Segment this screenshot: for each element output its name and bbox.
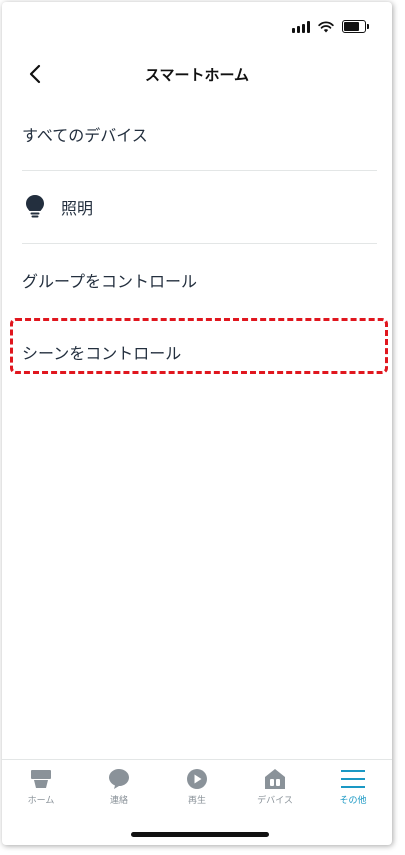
tab-home[interactable]: ホーム xyxy=(6,760,76,812)
chat-bubble-icon xyxy=(109,769,129,789)
nav-header: スマートホーム xyxy=(2,54,392,94)
battery-icon xyxy=(342,20,369,33)
lightbulb-icon xyxy=(26,195,44,218)
devices-icon xyxy=(265,769,285,789)
menu-lines-icon xyxy=(341,770,365,788)
tab-devices[interactable]: デバイス xyxy=(240,760,310,812)
tab-label: 再生 xyxy=(187,796,206,806)
home-indicator xyxy=(131,832,269,837)
menu-item-group-control[interactable]: グループをコントロール xyxy=(22,244,377,316)
menu-item-all-devices[interactable]: すべてのデバイス xyxy=(22,98,377,171)
tab-label: 連絡 xyxy=(109,796,128,806)
menu-item-label: すべてのデバイス xyxy=(22,126,148,145)
cellular-signal-icon xyxy=(292,20,310,33)
bottom-tab-bar: ホーム 連絡 再生 デバイス その他 xyxy=(2,759,392,812)
play-icon xyxy=(187,769,207,789)
wifi-icon xyxy=(318,20,334,32)
menu-item-lighting[interactable]: 照明 xyxy=(22,171,377,244)
tab-label: その他 xyxy=(339,796,367,806)
tab-more[interactable]: その他 xyxy=(318,760,388,812)
home-icon xyxy=(31,770,51,788)
menu-item-label: グループをコントロール xyxy=(22,272,198,291)
status-bar xyxy=(292,20,369,33)
tab-play[interactable]: 再生 xyxy=(162,760,232,812)
tab-label: ホーム xyxy=(27,796,55,806)
phone-screen: スマートホーム すべてのデバイス 照明 グループをコントロール シーンをコントロ… xyxy=(2,2,392,845)
tab-contacts[interactable]: 連絡 xyxy=(84,760,154,812)
menu-item-label: 照明 xyxy=(61,199,94,218)
page-title: スマートホーム xyxy=(144,66,250,84)
highlight-box xyxy=(10,318,388,374)
tab-label: デバイス xyxy=(257,796,293,806)
